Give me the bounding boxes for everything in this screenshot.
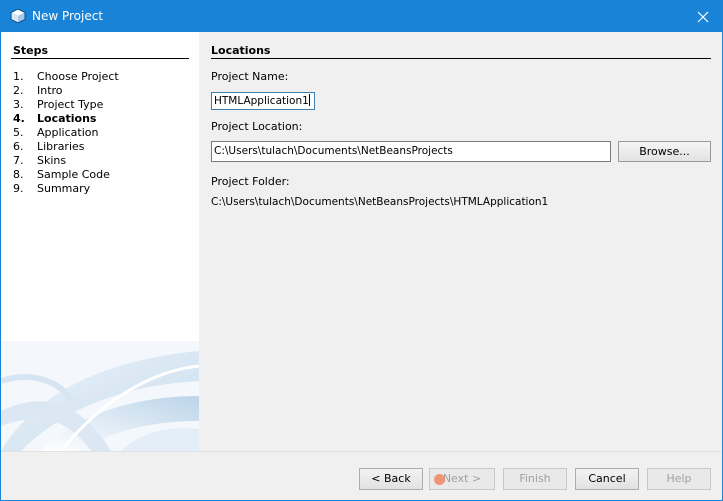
step-number: 3. <box>13 98 24 111</box>
next-button[interactable]: Next > <box>429 468 495 490</box>
step-number: 5. <box>13 126 24 139</box>
title-bar[interactable]: New Project <box>1 1 722 32</box>
step-number: 1. <box>13 70 24 83</box>
steps-panel: Steps 1. Choose Project 2. Intro 3. Project… <box>1 32 199 451</box>
section-divider <box>211 58 711 59</box>
cursor-highlight-icon <box>434 474 445 485</box>
locations-panel: Locations Project Name: HTMLApplication1… <box>199 32 722 451</box>
next-label: Next > <box>442 472 482 485</box>
step-label: Libraries <box>37 140 85 153</box>
close-button[interactable] <box>684 1 722 32</box>
step-item: 9. Summary <box>13 182 119 196</box>
step-item: 3. Project Type <box>13 98 119 112</box>
button-bar: < Back Next > Finish Cancel Help <box>1 451 722 500</box>
browse-button[interactable]: Browse... <box>618 141 711 162</box>
step-label: Intro <box>37 84 63 97</box>
steps-title: Steps <box>13 44 49 57</box>
step-label: Locations <box>37 112 97 125</box>
project-location-value: C:\Users\tulach\Documents\NetBeansProjec… <box>214 145 453 157</box>
step-item: 7. Skins <box>13 154 119 168</box>
step-label: Application <box>37 126 99 139</box>
netbeans-cube-icon <box>10 8 26 24</box>
project-location-label: Project Location: <box>211 120 303 133</box>
step-item: 6. Libraries <box>13 140 119 154</box>
project-name-label: Project Name: <box>211 70 289 83</box>
step-item: 5. Application <box>13 126 119 140</box>
help-button[interactable]: Help <box>647 468 711 490</box>
section-title: Locations <box>211 44 271 57</box>
project-name-input[interactable]: HTMLApplication1 <box>211 92 315 110</box>
step-number: 6. <box>13 140 24 153</box>
step-number: 8. <box>13 168 24 181</box>
step-number: 4. <box>13 112 25 125</box>
step-label: Summary <box>37 182 91 195</box>
step-item: 8. Sample Code <box>13 168 119 182</box>
step-label: Sample Code <box>37 168 110 181</box>
project-name-value: HTMLApplication1 <box>214 95 309 107</box>
step-item: 1. Choose Project <box>13 70 119 84</box>
text-caret <box>308 94 310 106</box>
back-button[interactable]: < Back <box>359 468 423 490</box>
project-folder-value: C:\Users\tulach\Documents\NetBeansProjec… <box>211 196 549 208</box>
steps-divider <box>11 58 189 59</box>
decorative-swoosh-graphic <box>1 341 199 451</box>
step-label: Project Type <box>37 98 104 111</box>
window-title: New Project <box>32 9 104 23</box>
step-item: 2. Intro <box>13 84 119 98</box>
cancel-button[interactable]: Cancel <box>575 468 639 490</box>
step-label: Choose Project <box>37 70 119 83</box>
close-icon <box>697 11 709 22</box>
step-number: 2. <box>13 84 24 97</box>
step-number: 9. <box>13 182 24 195</box>
step-number: 7. <box>13 154 24 167</box>
step-label: Skins <box>37 154 67 167</box>
steps-list: 1. Choose Project 2. Intro 3. Project Type … <box>13 70 119 196</box>
new-project-dialog: New Project Steps 1. Choose Project 2. Int… <box>0 0 723 501</box>
project-location-input[interactable]: C:\Users\tulach\Documents\NetBeansProjec… <box>211 141 611 162</box>
project-folder-label: Project Folder: <box>211 175 290 188</box>
step-item-current: 4. Locations <box>13 112 119 126</box>
finish-button[interactable]: Finish <box>503 468 567 490</box>
